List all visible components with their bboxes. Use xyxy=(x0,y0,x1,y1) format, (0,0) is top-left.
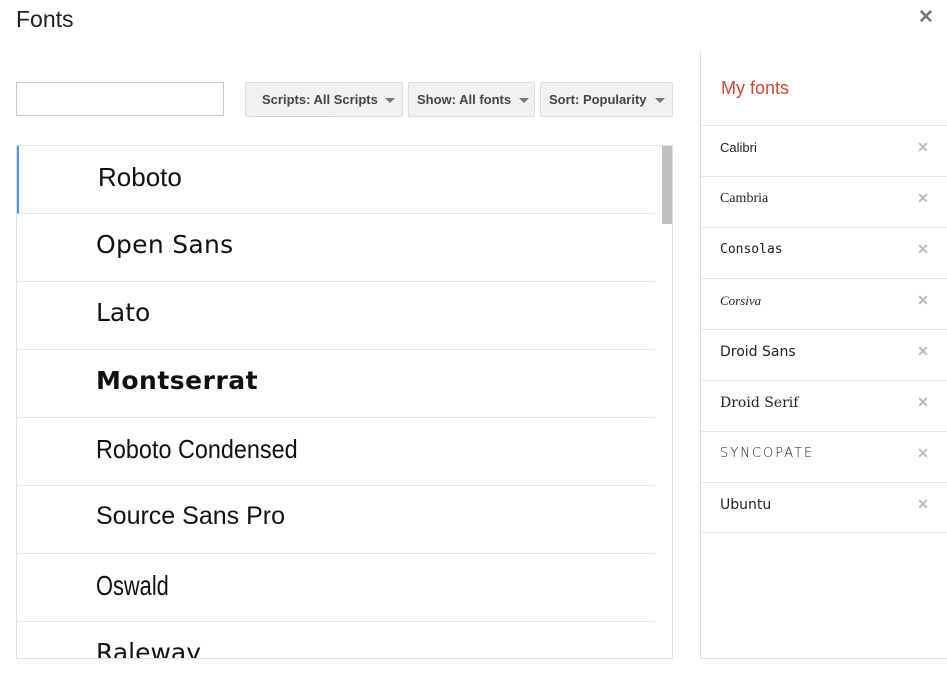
my-font-label: Droid Serif xyxy=(720,395,799,411)
scripts-filter-button[interactable]: Scripts: All Scripts xyxy=(245,82,403,117)
close-icon[interactable]: ✕ xyxy=(915,190,931,208)
close-icon[interactable]: ✕ xyxy=(915,445,931,463)
dialog-title: Fonts xyxy=(16,6,74,32)
font-list-item-oswald[interactable]: Oswald xyxy=(17,554,655,622)
chevron-down-icon xyxy=(519,98,529,103)
font-name: Oswald xyxy=(96,570,169,601)
close-icon[interactable]: ✕ xyxy=(915,496,931,514)
my-font-item-droid-sans[interactable]: Droid Sans ✕ xyxy=(701,329,947,380)
font-list-item-open-sans[interactable]: Open Sans xyxy=(17,214,655,282)
my-font-item-corsiva[interactable]: Corsiva ✕ xyxy=(701,278,947,329)
my-fonts-title: My fonts xyxy=(721,78,790,98)
scrollbar-thumb[interactable] xyxy=(662,146,672,224)
show-filter-label: Show: All fonts xyxy=(417,92,512,107)
fonts-dialog: Fonts ✕ Scripts: All Scripts Show: All f… xyxy=(0,0,947,677)
my-font-label: Calibri xyxy=(720,140,757,155)
font-list-item-raleway[interactable]: Raleway xyxy=(17,622,655,659)
my-font-item-droid-serif[interactable]: Droid Serif ✕ xyxy=(701,380,947,431)
font-name: Raleway xyxy=(96,638,202,659)
close-icon[interactable]: ✕ xyxy=(915,292,931,310)
font-list-item-roboto[interactable]: Roboto xyxy=(17,146,655,214)
my-font-label: Cambria xyxy=(720,191,769,206)
sort-filter-button[interactable]: Sort: Popularity xyxy=(540,82,673,117)
my-fonts-panel: My fonts Calibri ✕ Cambria ✕ Consolas ✕ … xyxy=(700,52,947,659)
font-list-item-lato[interactable]: Lato xyxy=(17,282,655,350)
close-icon[interactable]: ✕ xyxy=(916,8,936,28)
font-list[interactable]: Roboto Open Sans Lato Montserrat Roboto … xyxy=(16,145,673,659)
close-icon[interactable]: ✕ xyxy=(915,139,931,157)
chevron-down-icon xyxy=(655,98,665,103)
font-list-item-source-sans-pro[interactable]: Source Sans Pro xyxy=(17,486,655,554)
my-font-item-consolas[interactable]: Consolas ✕ xyxy=(701,227,947,278)
my-font-item-cambria[interactable]: Cambria ✕ xyxy=(701,176,947,227)
my-font-label: Consolas xyxy=(720,242,783,257)
font-name: Source Sans Pro xyxy=(96,502,285,530)
font-name: Montserrat xyxy=(96,366,259,395)
my-font-label: Droid Sans xyxy=(720,344,796,360)
font-list-scrollbar[interactable] xyxy=(662,146,672,658)
chevron-down-icon xyxy=(385,98,395,103)
my-font-label: Syncopate xyxy=(720,446,815,461)
button-underline xyxy=(254,116,334,117)
font-search-input[interactable] xyxy=(16,82,224,116)
font-list-item-montserrat[interactable]: Montserrat xyxy=(17,350,655,418)
font-name: Open Sans xyxy=(96,230,234,259)
font-name: Roboto Condensed xyxy=(96,434,298,464)
close-icon[interactable]: ✕ xyxy=(915,241,931,259)
my-font-item-syncopate[interactable]: Syncopate ✕ xyxy=(701,431,947,482)
my-font-item-calibri[interactable]: Calibri ✕ xyxy=(701,125,947,176)
scripts-filter-label: Scripts: All Scripts xyxy=(262,92,378,107)
my-font-label: Ubuntu xyxy=(720,497,772,513)
font-list-item-roboto-condensed[interactable]: Roboto Condensed xyxy=(17,418,655,486)
font-name: Lato xyxy=(96,298,151,327)
font-name: Roboto xyxy=(98,162,182,192)
my-font-label: Corsiva xyxy=(720,293,762,308)
close-icon[interactable]: ✕ xyxy=(915,343,931,361)
my-font-item-ubuntu[interactable]: Ubuntu ✕ xyxy=(701,482,947,533)
sort-filter-label: Sort: Popularity xyxy=(549,92,647,107)
show-filter-button[interactable]: Show: All fonts xyxy=(408,82,535,117)
close-icon[interactable]: ✕ xyxy=(915,394,931,412)
